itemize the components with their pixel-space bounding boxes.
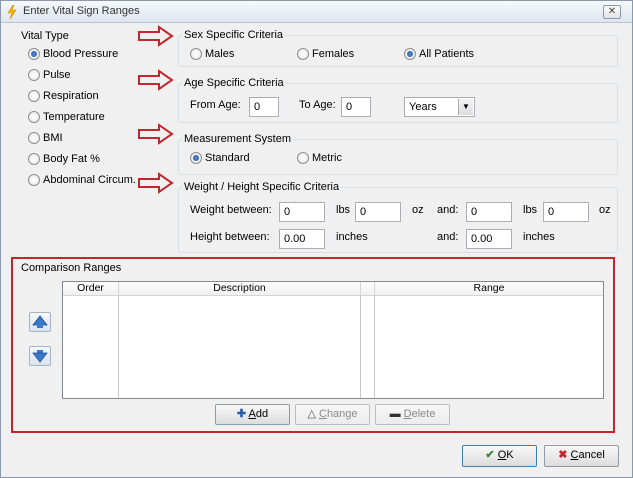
- from-age-input[interactable]: 0: [249, 97, 279, 117]
- delete-button-label: elete: [411, 408, 436, 420]
- weight-max-lbs-input[interactable]: 0: [466, 202, 512, 222]
- to-age-label: To Age:: [299, 99, 336, 111]
- radio-bmi[interactable]: [28, 132, 40, 144]
- radio-label-bmi: BMI: [43, 132, 63, 144]
- column-header-range[interactable]: Range: [375, 282, 603, 296]
- radio-label-all-patients: All Patients: [419, 48, 475, 60]
- x-icon: ✖: [558, 449, 568, 461]
- chevron-down-icon[interactable]: ▼: [458, 99, 473, 115]
- and-label: and:: [437, 204, 459, 216]
- radio-pulse[interactable]: [28, 69, 40, 81]
- oz-label: oz: [599, 204, 611, 216]
- weight-max-oz-input[interactable]: 0: [543, 202, 589, 222]
- radio-metric[interactable]: [297, 152, 309, 164]
- checkmark-icon: ✔: [485, 449, 495, 461]
- change-button[interactable]: △ Change: [295, 404, 370, 425]
- lbs-label: lbs: [523, 204, 538, 216]
- move-down-button[interactable]: [29, 346, 51, 366]
- radio-females[interactable]: [297, 48, 309, 60]
- age-unit-select[interactable]: Years ▼: [404, 97, 475, 117]
- oz-label: oz: [412, 204, 424, 216]
- radio-label-body-fat: Body Fat %: [43, 153, 100, 165]
- weight-height-title: Weight / Height Specific Criteria: [182, 181, 342, 193]
- radio-abdominal-circum[interactable]: [28, 174, 40, 186]
- age-criteria-title: Age Specific Criteria: [182, 77, 286, 89]
- cancel-button[interactable]: ✖ Cancel: [544, 445, 619, 467]
- radio-label-females: Females: [312, 48, 355, 60]
- and-label: and:: [437, 231, 459, 243]
- radio-label-abdominal-circum: Abdominal Circum.: [43, 174, 136, 186]
- dialog-window: Enter Vital Sign Ranges ✕ Vital Type Blo…: [0, 0, 633, 478]
- annotation-arrow-icon: [138, 172, 174, 194]
- annotation-arrow-icon: [138, 123, 174, 145]
- annotation-arrow-icon: [138, 69, 174, 91]
- lightning-icon: [7, 5, 17, 19]
- column-header-order[interactable]: Order: [63, 282, 119, 296]
- minus-icon: ▬: [389, 408, 401, 420]
- close-button[interactable]: ✕: [603, 5, 621, 19]
- radio-body-fat[interactable]: [28, 153, 40, 165]
- weight-min-oz-input[interactable]: 0: [355, 202, 401, 222]
- radio-label-blood-pressure: Blood Pressure: [43, 48, 119, 60]
- add-button-key: A: [248, 408, 256, 420]
- age-criteria-group: [178, 83, 618, 123]
- age-unit-value: Years: [409, 101, 437, 113]
- radio-label-metric: Metric: [312, 152, 342, 164]
- move-up-button[interactable]: [29, 312, 51, 332]
- change-button-label: hange: [326, 408, 358, 420]
- weight-min-lbs-input[interactable]: 0: [279, 202, 325, 222]
- grid-column-spacer: [361, 296, 375, 398]
- radio-temperature[interactable]: [28, 111, 40, 123]
- ok-button-key: O: [497, 449, 507, 461]
- sex-criteria-title: Sex Specific Criteria: [182, 29, 286, 41]
- ok-button-label: K: [506, 449, 514, 461]
- column-header-spacer: [361, 282, 375, 296]
- height-max-input[interactable]: 0.00: [466, 229, 512, 249]
- change-button-key: C: [318, 408, 327, 420]
- radio-all-patients[interactable]: [404, 48, 416, 60]
- add-button-label: dd: [255, 408, 269, 420]
- comparison-ranges-title: Comparison Ranges: [21, 262, 122, 274]
- column-header-description[interactable]: Description: [119, 282, 361, 296]
- weight-between-label: Weight between:: [190, 204, 272, 216]
- vital-type-title: Vital Type: [21, 30, 69, 42]
- comparison-ranges-grid[interactable]: Order Description Range: [62, 281, 604, 399]
- delete-button[interactable]: ▬ Delete: [375, 404, 450, 425]
- close-icon: ✕: [607, 6, 617, 17]
- radio-respiration[interactable]: [28, 90, 40, 102]
- delete-button-key: D: [403, 408, 412, 420]
- ok-button[interactable]: ✔ OK: [462, 445, 537, 467]
- add-button[interactable]: ✚ Add: [215, 404, 290, 425]
- from-age-label: From Age:: [190, 99, 241, 111]
- cancel-button-label: ancel: [578, 449, 605, 461]
- radio-standard[interactable]: [190, 152, 202, 164]
- radio-label-respiration: Respiration: [43, 90, 99, 102]
- height-between-label: Height between:: [190, 231, 270, 243]
- radio-label-pulse: Pulse: [43, 69, 71, 81]
- grid-column-description: [119, 296, 361, 398]
- grid-column-order: [63, 296, 119, 398]
- window-title: Enter Vital Sign Ranges: [23, 5, 140, 17]
- arrow-down-icon: [32, 350, 48, 363]
- triangle-icon: △: [307, 408, 316, 420]
- measurement-title: Measurement System: [182, 133, 293, 145]
- annotation-arrow-icon: [138, 25, 174, 47]
- radio-blood-pressure[interactable]: [28, 48, 40, 60]
- height-min-input[interactable]: 0.00: [279, 229, 325, 249]
- radio-label-standard: Standard: [205, 152, 250, 164]
- to-age-input[interactable]: 0: [341, 97, 371, 117]
- arrow-up-icon: [32, 315, 48, 328]
- inches-label: inches: [336, 231, 368, 243]
- radio-males[interactable]: [190, 48, 202, 60]
- plus-icon: ✚: [236, 408, 247, 420]
- lbs-label: lbs: [336, 204, 351, 216]
- inches-label: inches: [523, 231, 555, 243]
- title-bar: Enter Vital Sign Ranges ✕: [1, 1, 632, 23]
- radio-label-males: Males: [205, 48, 235, 60]
- radio-label-temperature: Temperature: [43, 111, 105, 123]
